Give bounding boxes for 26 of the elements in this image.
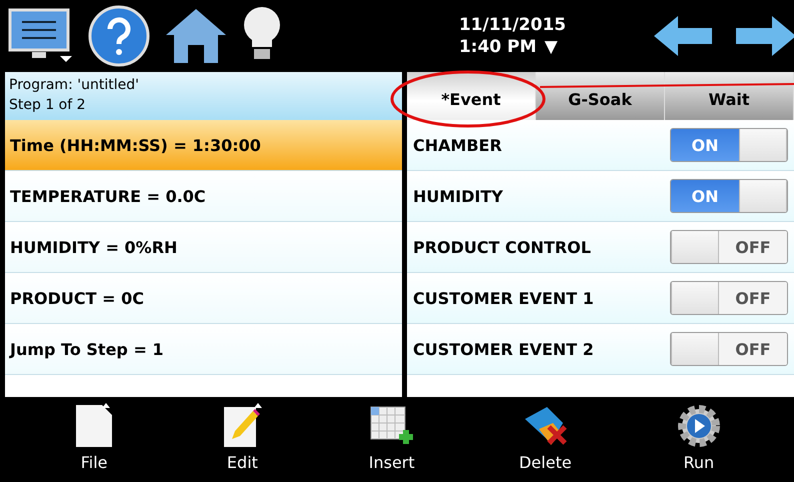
- toggle-switch[interactable]: OFF: [670, 332, 788, 366]
- toolbar-button[interactable]: Edit: [210, 397, 274, 482]
- home-icon[interactable]: [164, 7, 228, 65]
- step-counter: Step 1 of 2: [9, 96, 87, 115]
- monitor-menu-icon[interactable]: [8, 8, 74, 64]
- help-icon[interactable]: [88, 5, 150, 67]
- event-name: CHAMBER: [413, 136, 502, 154]
- tab[interactable]: G-Soak: [536, 72, 665, 120]
- toolbar-button[interactable]: Run: [666, 397, 732, 482]
- toggle-switch[interactable]: OFF: [670, 281, 788, 315]
- toolbar-button[interactable]: Delete: [508, 397, 582, 482]
- toolbar-button[interactable]: File: [62, 397, 126, 482]
- tab[interactable]: *Event: [407, 72, 536, 120]
- tab[interactable]: Wait: [665, 72, 794, 120]
- program-title: Program: 'untitled': [9, 76, 140, 95]
- step-item[interactable]: Time (HH:MM:SS) = 1:30:00: [5, 120, 402, 171]
- event-name: CUSTOMER EVENT 1: [413, 288, 594, 308]
- event-name: CUSTOMER EVENT 2: [413, 340, 594, 358]
- toggle-switch[interactable]: OFF: [670, 230, 788, 264]
- forward-arrow-icon[interactable]: [734, 14, 794, 58]
- event-name: PRODUCT CONTROL: [413, 238, 591, 256]
- toolbar-button[interactable]: Insert: [358, 397, 425, 482]
- date-text: 11/11/2015: [458, 14, 566, 36]
- time-dropdown[interactable]: 1:40 PM ▼: [458, 36, 566, 58]
- event-name: HUMIDITY: [413, 186, 503, 206]
- gear-play-icon: [676, 403, 722, 449]
